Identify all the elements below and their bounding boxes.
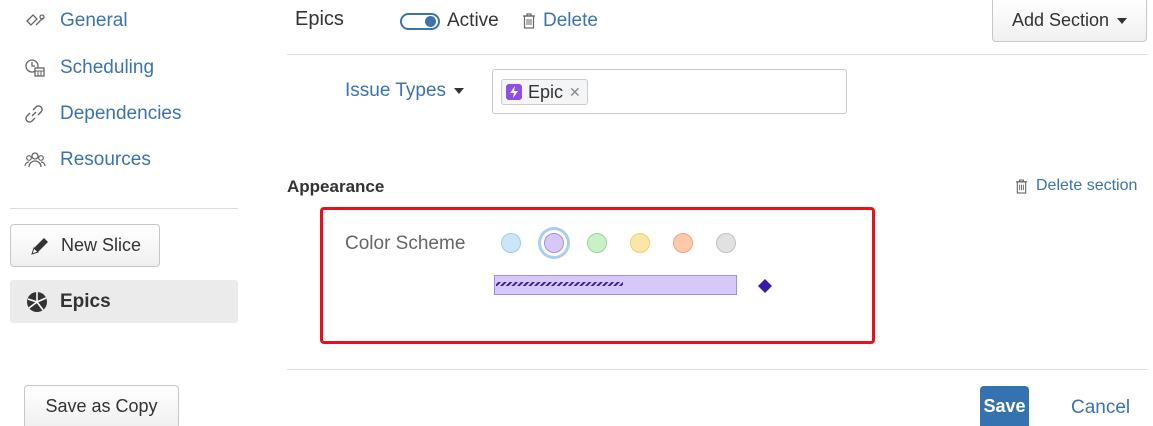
delete-section-label: Delete section: [1036, 177, 1138, 194]
milestone-diamond-icon: [758, 279, 772, 293]
color-swatch-yellow[interactable]: [630, 233, 650, 253]
delete-label: Delete: [543, 10, 598, 31]
active-toggle[interactable]: [400, 13, 440, 30]
footer-divider: [287, 369, 1147, 370]
trash-icon: [1015, 178, 1028, 194]
appearance-heading: Appearance: [287, 177, 385, 196]
sidebar-item-resources[interactable]: Resources: [24, 147, 151, 173]
save-button[interactable]: Save: [980, 386, 1029, 426]
issue-types-select[interactable]: Epic ✕: [492, 69, 847, 114]
color-swatch-orange[interactable]: [673, 233, 693, 253]
color-swatch-blue[interactable]: [501, 233, 521, 253]
save-as-copy-button[interactable]: Save as Copy: [24, 385, 179, 426]
issue-type-tag-label: Epic: [528, 81, 564, 102]
caret-down-icon: [1117, 17, 1128, 24]
issue-types-dropdown[interactable]: Issue Types: [345, 80, 465, 102]
sidebar-item-dependencies[interactable]: Dependencies: [24, 101, 181, 127]
delete-section-link[interactable]: Delete section: [1015, 177, 1137, 195]
scheduling-icon: [24, 57, 48, 79]
slice-item-epics[interactable]: Epics: [10, 280, 238, 323]
sidebar-item-scheduling[interactable]: Scheduling: [24, 55, 154, 81]
color-swatch-purple[interactable]: [544, 233, 564, 253]
sidebar-item-label: Dependencies: [60, 103, 182, 124]
color-swatch-gray[interactable]: [716, 233, 736, 253]
link-icon: [24, 103, 48, 125]
header-divider: [287, 54, 1147, 55]
caret-down-icon: [454, 88, 465, 94]
preview-progress-hatch: [496, 282, 623, 286]
color-swatch-green[interactable]: [587, 233, 607, 253]
general-icon: [24, 10, 48, 32]
preview-bar-area: [494, 275, 772, 295]
slice-label: Epics: [60, 290, 111, 312]
sidebar-divider: [10, 208, 238, 209]
save-label: Save: [983, 395, 1026, 416]
remove-tag-icon[interactable]: ✕: [569, 84, 581, 101]
pencil-icon: [29, 235, 51, 257]
sidebar-item-label: Resources: [60, 149, 151, 170]
new-slice-button[interactable]: New Slice: [10, 224, 160, 267]
color-scheme-label: Color Scheme: [345, 233, 466, 254]
cancel-link[interactable]: Cancel: [1071, 397, 1130, 419]
add-section-button[interactable]: Add Section: [992, 0, 1147, 42]
add-section-label: Add Section: [1011, 10, 1110, 30]
issue-type-tag: Epic ✕: [501, 79, 588, 105]
people-icon: [24, 149, 48, 171]
trash-icon: [522, 13, 536, 29]
sidebar-item-label: Scheduling: [60, 57, 155, 78]
issue-types-label: Issue Types: [345, 80, 447, 101]
epic-lightning-icon: [506, 84, 522, 100]
section-title: Epics: [295, 8, 344, 30]
sidebar-item-label: General: [60, 10, 128, 31]
new-slice-label: New Slice: [60, 235, 142, 255]
sidebar-item-general[interactable]: General: [24, 8, 128, 34]
toggle-knob: [425, 16, 436, 27]
pie-chart-icon: [26, 291, 48, 313]
delete-link[interactable]: Delete: [522, 10, 598, 32]
active-label: Active: [447, 10, 499, 31]
save-as-copy-label: Save as Copy: [45, 395, 158, 416]
